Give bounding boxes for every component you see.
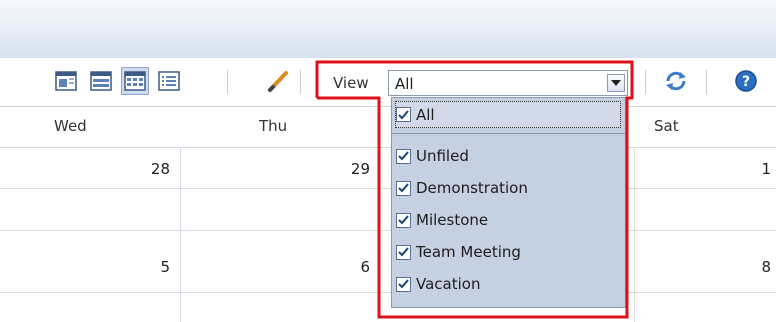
dropdown-option-vacation[interactable]: Vacation (396, 271, 480, 297)
dropdown-divider (392, 133, 625, 134)
view-dropdown-list: All Unfiled Demonstration Milestone Team… (391, 97, 626, 308)
list-view-icon (158, 71, 180, 91)
toolbar-divider (706, 70, 707, 94)
checkbox[interactable] (396, 276, 411, 292)
toolbar-divider (300, 70, 301, 94)
checkmark-icon (398, 183, 409, 193)
header-band (0, 0, 776, 58)
option-label: Vacation (416, 275, 481, 293)
dropdown-option-unfiled[interactable]: Unfiled (396, 143, 469, 169)
date-cell-sat-1[interactable]: 1 (741, 160, 771, 178)
chevron-down-icon (611, 80, 621, 86)
checkmark-icon (398, 151, 409, 161)
month-view-icon (124, 71, 146, 91)
date-cell-thu-1[interactable]: 29 (340, 160, 370, 178)
day-header-thu: Thu (259, 117, 288, 135)
checkmark-icon (398, 215, 409, 225)
option-label: Milestone (416, 211, 489, 229)
checkbox[interactable] (396, 244, 411, 260)
checkmark-icon (398, 247, 409, 257)
day-view-icon (55, 71, 77, 91)
view-selected-value: All (395, 75, 414, 93)
checkmark-icon (398, 109, 409, 119)
refresh-icon (666, 71, 686, 91)
calendar-header-row: Wed Thu Sat (0, 107, 776, 148)
help-icon: ? (735, 70, 757, 92)
option-label: All (416, 105, 435, 124)
calendar-row-divider (0, 230, 776, 231)
dropdown-option-all[interactable]: All (395, 101, 621, 128)
calendar-row-divider (0, 188, 776, 189)
dropdown-option-milestone[interactable]: Milestone (396, 207, 488, 233)
checkbox[interactable] (396, 180, 411, 196)
checkbox[interactable] (396, 148, 411, 164)
date-cell-wed-1[interactable]: 28 (140, 160, 170, 178)
dropdown-option-demonstration[interactable]: Demonstration (396, 175, 528, 201)
date-cell-sat-2[interactable]: 8 (741, 258, 771, 276)
toolbar-divider (645, 70, 646, 94)
day-view-button[interactable] (52, 67, 80, 95)
dropdown-option-team-meeting[interactable]: Team Meeting (396, 239, 521, 265)
week-view-button[interactable] (87, 67, 115, 95)
checkbox[interactable] (396, 107, 411, 122)
checkbox[interactable] (396, 212, 411, 228)
svg-text:?: ? (742, 74, 750, 90)
week-view-icon (90, 71, 112, 91)
pencil-icon (268, 71, 288, 92)
dropdown-arrow-button[interactable] (607, 74, 625, 92)
day-header-sat: Sat (654, 117, 679, 135)
refresh-button[interactable] (662, 67, 690, 95)
day-header-wed: Wed (54, 117, 87, 135)
calendar-column-divider (634, 148, 635, 322)
date-cell-thu-2[interactable]: 6 (340, 258, 370, 276)
calendar-column-divider (180, 148, 181, 322)
view-label: View (333, 74, 369, 92)
checkmark-icon (398, 279, 409, 289)
option-label: Unfiled (416, 147, 469, 165)
list-view-button[interactable] (155, 67, 183, 95)
option-label: Demonstration (416, 179, 528, 197)
option-label: Team Meeting (416, 243, 521, 261)
calendar-row-divider (0, 292, 776, 293)
help-button[interactable]: ? (732, 67, 760, 95)
view-select[interactable]: All (388, 70, 628, 96)
date-cell-wed-2[interactable]: 5 (140, 258, 170, 276)
month-view-button[interactable] (121, 67, 149, 95)
edit-button[interactable] (264, 67, 292, 95)
toolbar-divider (227, 70, 228, 94)
